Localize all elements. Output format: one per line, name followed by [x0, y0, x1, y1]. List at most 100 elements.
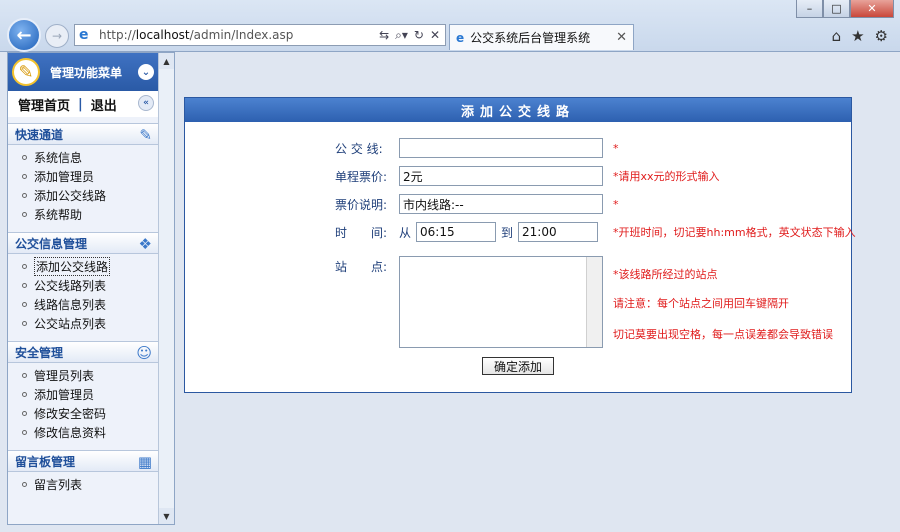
section-header[interactable]: 留言板管理 ▦ [8, 450, 158, 472]
collapse-menu-icon[interactable]: ⌄ [138, 64, 154, 80]
to-label: 到 [501, 225, 514, 240]
section-title: 安全管理 [15, 345, 64, 360]
section-title: 公交信息管理 [15, 236, 88, 251]
gear-icon[interactable]: ⚙ [875, 27, 888, 45]
sidebar-item-add-route[interactable]: 添加公交线路 [22, 257, 158, 276]
sidebar-item-line-info[interactable]: 线路信息列表 [22, 295, 158, 314]
maximize-button[interactable]: □ [823, 0, 850, 18]
arrow-left-icon: ← [16, 24, 32, 46]
tab-close-icon[interactable]: ✕ [616, 30, 633, 45]
form-title: 添加公交线路 [185, 98, 851, 122]
refresh-icon[interactable]: ↻ [414, 28, 424, 43]
compat-icon[interactable]: ⇆ [379, 28, 389, 43]
edit-icon: ✎ [139, 126, 152, 144]
sidebar-item-label: 留言列表 [34, 478, 83, 492]
search-icon[interactable]: ⌕▾ [395, 28, 408, 43]
url-prefix: http:// [99, 28, 136, 42]
add-route-form: 添加公交线路 公 交 线: * 单程票价: 2元 *请用xx元的形式输入 票价说… [184, 97, 856, 393]
bullet-icon [22, 193, 27, 198]
stops-hint-3: 切记莫要出现空格，每一点误差都会导致错误 [613, 328, 833, 341]
bullet-icon [22, 155, 27, 160]
section-bus-info: 公交信息管理 ❖ 添加公交线路 公交线路列表 线路信息列表 公交站点列表 [8, 232, 158, 335]
sidebar-item-admin-list[interactable]: 管理员列表 [22, 366, 158, 385]
fare-desc-input[interactable]: 市内线路:-- [399, 194, 603, 214]
textarea-scrollbar[interactable] [586, 257, 602, 347]
fare-input[interactable]: 2元 [399, 166, 603, 186]
address-url[interactable]: http://localhost/admin/Index.asp [99, 28, 379, 42]
calendar-icon: ▦ [137, 453, 152, 471]
submit-button[interactable]: 确定添加 [482, 357, 554, 375]
section-guestbook: 留言板管理 ▦ 留言列表 [8, 450, 158, 496]
line-input[interactable] [399, 138, 603, 158]
fare-hint: *请用xx元的形式输入 [613, 170, 720, 183]
close-window-button[interactable]: ✕ [850, 0, 894, 18]
sidebar-item-add-route[interactable]: 添加公交线路 [22, 186, 158, 205]
bullet-icon [22, 212, 27, 217]
bullet-icon [22, 411, 27, 416]
sidebar-item-label: 添加管理员 [34, 170, 95, 184]
sidebar-item-label: 系统信息 [34, 151, 83, 165]
bullet-icon [22, 392, 27, 397]
stops-label: 站 点: [335, 259, 388, 274]
bullet-icon [22, 321, 27, 326]
end-time-input[interactable]: 21:00 [518, 222, 598, 242]
section-title: 留言板管理 [15, 454, 76, 469]
sidebar-scrollbar[interactable]: ▲ ▼ [158, 53, 174, 524]
fare-desc-hint: * [613, 197, 619, 211]
sidebar-item-label: 修改信息资料 [34, 426, 107, 440]
minimize-button[interactable]: – [796, 0, 823, 18]
collapse-sidebar-icon[interactable]: « [138, 95, 154, 111]
section-header[interactable]: 安全管理 ☺ [8, 341, 158, 363]
sidebar-item-label: 系统帮助 [34, 208, 83, 222]
section-header[interactable]: 快速通道 ✎ [8, 123, 158, 145]
stops-hint-2: 请注意：每个站点之间用回车键隔开 [613, 297, 789, 310]
time-hint: *开班时间，切记要hh:mm格式，英文状态下输入 [613, 226, 856, 239]
sidebar-item-label: 修改安全密码 [34, 407, 107, 421]
ie-tab-icon: e [456, 30, 465, 45]
start-time-input[interactable]: 06:15 [416, 222, 496, 242]
link-separator: | [78, 96, 83, 112]
sidebar-item-label: 管理员列表 [34, 369, 95, 383]
section-title: 快速通道 [15, 127, 64, 142]
stops-textarea[interactable] [399, 256, 603, 348]
address-bar[interactable]: e http://localhost/admin/Index.asp ⇆ ⌕▾ … [74, 24, 446, 46]
sidebar-frame: ✎ 管理功能菜单 ⌄ 管理首页 | 退出 « 快速通道 ✎ 系统信息 添加管理员… [7, 52, 175, 525]
sidebar-item-add-admin[interactable]: 添加管理员 [22, 167, 158, 186]
sidebar-item-label: 公交站点列表 [34, 317, 107, 331]
bullet-icon [22, 302, 27, 307]
main-frame: 添加公交线路 公 交 线: * 单程票价: 2元 *请用xx元的形式输入 票价说… [175, 52, 893, 525]
scroll-down-icon[interactable]: ▼ [159, 508, 174, 524]
home-link[interactable]: 管理首页 [18, 95, 70, 114]
bullet-icon [22, 430, 27, 435]
scroll-up-icon[interactable]: ▲ [159, 53, 174, 69]
fare-desc-label: 票价说明: [335, 197, 388, 212]
section-security: 安全管理 ☺ 管理员列表 添加管理员 修改安全密码 修改信息资料 [8, 341, 158, 444]
logout-link[interactable]: 退出 [91, 95, 117, 114]
sidebar-item-messages[interactable]: 留言列表 [22, 475, 158, 494]
sidebar-item-edit-profile[interactable]: 修改信息资料 [22, 423, 158, 442]
top-links: 管理首页 | 退出 « [8, 91, 158, 117]
home-icon[interactable]: ⌂ [832, 27, 842, 45]
bullet-icon [22, 174, 27, 179]
bullet-icon [22, 283, 27, 288]
fare-label: 单程票价: [335, 169, 388, 184]
sidebar-item-stop-list[interactable]: 公交站点列表 [22, 314, 158, 333]
sidebar-item-label: 添加公交线路 [34, 189, 107, 203]
sidebar-item-route-list[interactable]: 公交线路列表 [22, 276, 158, 295]
bullet-icon [22, 482, 27, 487]
stop-icon[interactable]: ✕ [430, 28, 440, 43]
sidebar-item-system-info[interactable]: 系统信息 [22, 148, 158, 167]
section-header[interactable]: 公交信息管理 ❖ [8, 232, 158, 254]
sidebar-item-change-password[interactable]: 修改安全密码 [22, 404, 158, 423]
back-button[interactable]: ← [7, 18, 41, 52]
browser-right-icons: ⌂ ★ ⚙ [832, 27, 888, 45]
url-path: /admin/Index.asp [189, 28, 294, 42]
window-controls: – □ ✕ [796, 0, 894, 18]
sidebar-item-add-admin[interactable]: 添加管理员 [22, 385, 158, 404]
star-icon[interactable]: ★ [851, 27, 864, 45]
browser-tab[interactable]: e 公交系统后台管理系统 ✕ [449, 24, 634, 50]
forward-button[interactable]: → [45, 24, 69, 48]
sidebar-item-label: 线路信息列表 [34, 298, 107, 312]
bullet-icon [22, 264, 27, 269]
sidebar-item-help[interactable]: 系统帮助 [22, 205, 158, 224]
